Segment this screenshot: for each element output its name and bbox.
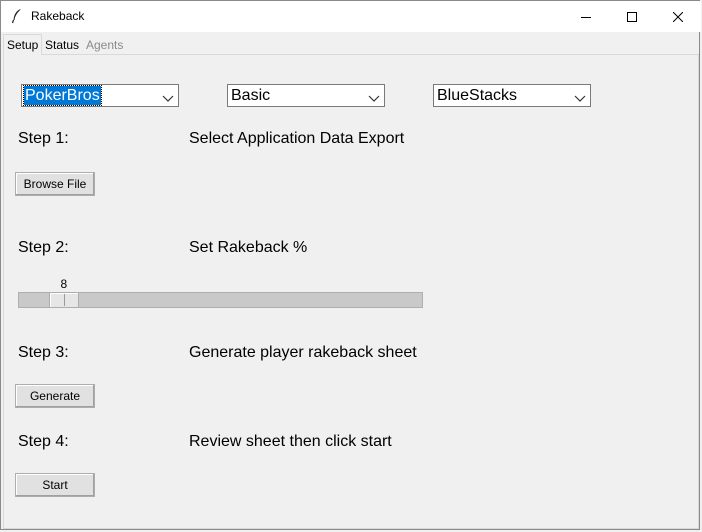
title-bar[interactable]: Rakeback [1, 1, 701, 32]
platform-select[interactable]: PokerBros [21, 84, 179, 107]
step-3-description: Generate player rakeback sheet [189, 344, 417, 361]
tab-status[interactable]: Status [42, 36, 82, 54]
mode-select-value: Basic [231, 87, 271, 104]
emulator-select-value: BlueStacks [437, 87, 518, 104]
step-1-description: Select Application Data Export [189, 130, 405, 147]
rakeback-slider-value: 8 [60, 277, 68, 291]
maximize-button[interactable] [609, 1, 655, 32]
tab-setup[interactable]: Setup [3, 34, 43, 55]
start-button[interactable]: Start [15, 473, 95, 497]
close-button[interactable] [655, 1, 701, 32]
rakeback-slider-thumb[interactable] [48, 292, 79, 308]
maximize-icon [627, 11, 637, 22]
minimize-button[interactable] [563, 1, 609, 32]
app-window: Rakeback Setup Status Agents PokerBros B… [0, 0, 701, 530]
close-icon [673, 11, 683, 22]
window-title: Rakeback [31, 9, 85, 23]
step-4-label: Step 4: [18, 433, 69, 450]
step-2-label: Step 2: [18, 239, 69, 256]
minimize-icon [581, 12, 591, 22]
mode-select[interactable]: Basic [227, 84, 385, 107]
generate-button[interactable]: Generate [15, 384, 95, 408]
chevron-down-icon [368, 91, 380, 102]
platform-select-value: PokerBros [23, 85, 102, 106]
step-1-label: Step 1: [18, 130, 69, 147]
feather-icon [11, 8, 23, 24]
chevron-down-icon [574, 91, 586, 102]
tab-bar: Setup Status Agents [1, 34, 701, 55]
emulator-select[interactable]: BlueStacks [433, 84, 591, 107]
chevron-down-icon [162, 91, 174, 102]
step-3-label: Step 3: [18, 344, 69, 361]
slider-grip-icon [63, 294, 65, 306]
tab-agents: Agents [86, 38, 124, 52]
step-2-description: Set Rakeback % [189, 239, 308, 256]
step-4-description: Review sheet then click start [189, 433, 392, 450]
browse-file-button[interactable]: Browse File [15, 172, 95, 196]
